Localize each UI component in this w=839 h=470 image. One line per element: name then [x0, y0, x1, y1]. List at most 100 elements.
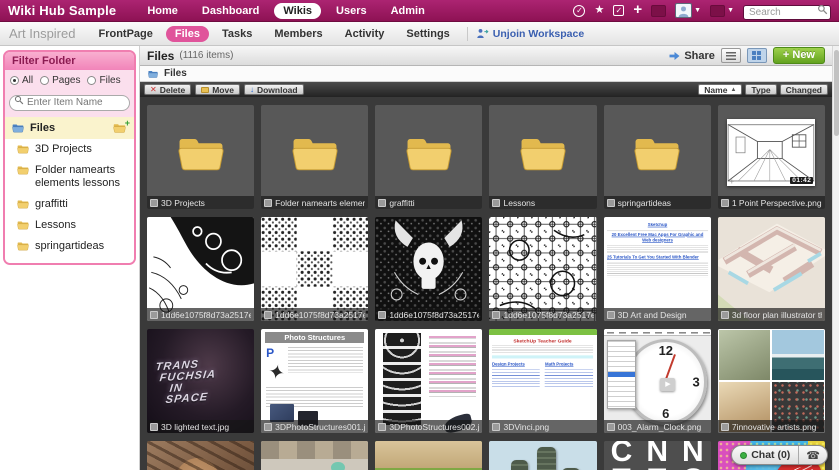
file-checkbox[interactable]	[264, 311, 272, 319]
file-tile[interactable]: 01:42+ 1 Point Perspective.png	[718, 105, 825, 209]
list-view-button[interactable]	[721, 48, 741, 63]
file-label-bar: 003_Alarm_Clock.png	[604, 420, 711, 433]
file-thumbnail	[147, 217, 254, 321]
chat-button[interactable]: Chat (0) ☎	[731, 445, 828, 465]
file-checkbox[interactable]	[721, 423, 729, 431]
sort-name-button[interactable]: Name ▲	[698, 84, 742, 95]
file-tile[interactable]	[489, 441, 596, 470]
file-checkbox[interactable]	[378, 199, 386, 207]
file-checkbox[interactable]	[264, 199, 272, 207]
move-button[interactable]: Move	[195, 84, 240, 95]
breadcrumb-files[interactable]: Files	[164, 68, 187, 79]
towers-photo	[489, 441, 596, 470]
file-checkbox[interactable]	[378, 423, 386, 431]
download-button[interactable]: ↓ Download	[244, 84, 304, 95]
file-label-bar: 3d floor plan illustrator thu...	[718, 308, 825, 321]
top-nav: Home Dashboard Wikis Users Admin	[138, 3, 433, 19]
tab-settings[interactable]: Settings	[397, 26, 458, 42]
radio-files-label: Files	[99, 75, 120, 86]
file-tile[interactable]: 1dd6e1075f8d73a2517e82...	[261, 217, 368, 321]
tab-tasks[interactable]: Tasks	[213, 26, 261, 42]
file-checkbox[interactable]	[150, 311, 158, 319]
file-tile[interactable]: TRANSFUCHSIAINSPACE 3D lighted text.jpg	[147, 329, 254, 433]
tab-frontpage[interactable]: FrontPage	[89, 26, 161, 42]
scrollbar-thumb[interactable]	[834, 50, 839, 136]
file-name: Lessons	[503, 198, 535, 208]
file-tile[interactable]: 1dd6e1075f8d73a2517e82...	[147, 217, 254, 321]
filter-folder-title: Filter Folder	[5, 52, 134, 70]
file-tile[interactable]: simple things you can doto change our fo…	[375, 441, 482, 470]
file-tile[interactable]: springartideas	[604, 105, 711, 209]
unjoin-workspace-button[interactable]: Unjoin Workspace	[476, 28, 584, 40]
tab-files[interactable]: Files	[166, 26, 209, 42]
file-checkbox[interactable]	[150, 199, 158, 207]
tab-activity[interactable]: Activity	[336, 26, 394, 42]
radio-pages[interactable]: Pages	[40, 75, 80, 86]
webpage-thumbnail: Sketchup20 Excellent Free Mac Apps For G…	[604, 217, 711, 321]
file-tile[interactable]: 7innovative artists.png	[718, 329, 825, 433]
file-tile[interactable]: Sketchup20 Excellent Free Mac Apps For G…	[604, 217, 711, 321]
file-tile[interactable]: 1236▶ 003_Alarm_Clock.png	[604, 329, 711, 433]
sort-type-button[interactable]: Type	[745, 84, 776, 95]
nav-users[interactable]: Users	[327, 3, 376, 19]
file-checkbox[interactable]	[492, 199, 500, 207]
file-tile[interactable]	[147, 441, 254, 470]
sidebar-folder-item[interactable]: graffitti	[5, 194, 134, 215]
folder-name: springartideas	[35, 240, 104, 253]
workspace-menu[interactable]: ▼	[710, 5, 734, 17]
file-checkbox[interactable]	[150, 423, 158, 431]
file-checkbox[interactable]	[721, 311, 729, 319]
item-name-input[interactable]	[9, 95, 130, 111]
files-root-row[interactable]: Files +	[5, 117, 134, 139]
nav-home[interactable]: Home	[138, 3, 187, 19]
file-checkbox[interactable]	[378, 311, 386, 319]
plus-icon[interactable]: +	[633, 2, 642, 17]
file-checkbox[interactable]	[492, 423, 500, 431]
new-button[interactable]: + New	[773, 47, 825, 64]
folder-icon	[173, 130, 229, 176]
file-tile[interactable]	[261, 441, 368, 470]
file-tile[interactable]: 3D Projects	[147, 105, 254, 209]
divider	[467, 27, 468, 41]
add-folder-button[interactable]: +	[112, 122, 128, 134]
tab-members[interactable]: Members	[265, 26, 331, 42]
radio-files[interactable]: Files	[87, 75, 120, 86]
star-icon[interactable]: ★	[594, 5, 604, 16]
delete-button[interactable]: ✕ Delete	[144, 84, 191, 95]
file-tile[interactable]: Folder namearts elements l...	[261, 105, 368, 209]
sidebar-folder-item[interactable]: springartideas	[5, 236, 134, 257]
file-thumbnail	[489, 441, 596, 470]
file-checkbox[interactable]	[721, 199, 729, 207]
file-tile[interactable]: 3DPhotoStructures002.jpg	[375, 329, 482, 433]
nav-wikis[interactable]: Wikis	[274, 3, 321, 19]
clock-icon[interactable]: ✓	[573, 5, 585, 17]
file-checkbox[interactable]	[264, 423, 272, 431]
file-tile[interactable]: 1dd6e1075f8d73a2517e82...	[375, 217, 482, 321]
tasks-checkbox-icon[interactable]: ✓	[613, 5, 624, 16]
file-tile[interactable]: Lessons	[489, 105, 596, 209]
file-tile[interactable]: CTNTNC	[604, 441, 711, 470]
grid-view-button[interactable]	[747, 48, 767, 63]
file-tile[interactable]: graffitti	[375, 105, 482, 209]
file-tile[interactable]: Photo StructuresP✦ 3DPhotoStructures001.…	[261, 329, 368, 433]
sidebar-folder-item[interactable]: 3D Projects	[5, 139, 134, 160]
file-checkbox[interactable]	[607, 423, 615, 431]
file-tile[interactable]: 1dd6e1075f8d73a2517e82...	[489, 217, 596, 321]
nav-admin[interactable]: Admin	[382, 3, 434, 19]
user-menu[interactable]: ▼	[675, 3, 701, 18]
sidebar-folder-item[interactable]: Folder namearts elements lessons	[5, 160, 134, 194]
file-checkbox[interactable]	[607, 199, 615, 207]
share-button[interactable]: Share	[668, 50, 715, 62]
file-checkbox[interactable]	[492, 311, 500, 319]
call-button[interactable]: ☎	[798, 446, 827, 464]
sidebar-folder-item[interactable]: Lessons	[5, 215, 134, 236]
notifications-button[interactable]	[651, 5, 666, 17]
radio-all[interactable]: All	[10, 75, 33, 86]
file-tile[interactable]: 3d floor plan illustrator thu...	[718, 217, 825, 321]
file-tile[interactable]: SketchUp Teacher GuideDesign ProjectsMat…	[489, 329, 596, 433]
sort-name-label: Name	[704, 85, 727, 95]
file-checkbox[interactable]	[607, 311, 615, 319]
nav-dashboard[interactable]: Dashboard	[193, 3, 268, 19]
file-name: 7innovative artists.png	[732, 422, 817, 432]
sort-changed-button[interactable]: Changed	[780, 84, 828, 95]
